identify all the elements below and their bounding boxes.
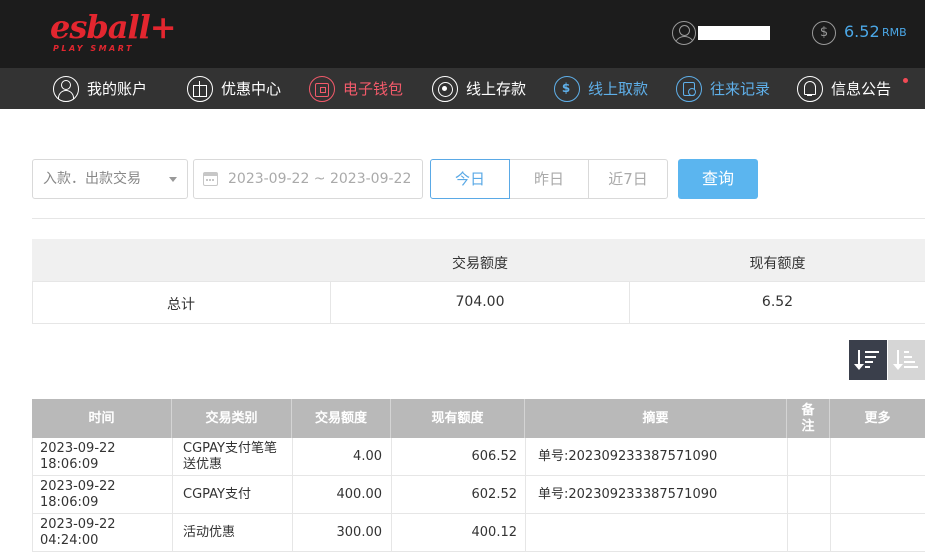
col-header-category[interactable]: 交易类别 xyxy=(172,399,292,438)
nav-online-deposit[interactable]: 线上存款 xyxy=(432,68,526,109)
row-note xyxy=(787,476,830,514)
range-today-button[interactable]: 今日 xyxy=(430,159,510,199)
nav-announcements[interactable]: 信息公告 xyxy=(797,68,891,109)
row-note xyxy=(787,438,830,476)
chevron-down-icon xyxy=(169,177,177,182)
main-nav: 我的账户 优惠中心 电子钱包 线上存款 线上取款 往来记录 信息公告 xyxy=(0,68,925,109)
sort-ascending-button[interactable] xyxy=(888,340,925,380)
username-masked: g xyxy=(698,26,770,40)
summary-total-amount: 704.00 xyxy=(455,294,505,310)
nav-label: 线上取款 xyxy=(588,80,649,98)
withdraw-icon xyxy=(554,75,580,102)
nav-label: 电子钱包 xyxy=(343,80,404,98)
range-yesterday-button[interactable]: 昨日 xyxy=(509,159,589,199)
nav-label: 优惠中心 xyxy=(221,80,282,98)
summary-current-balance: 6.52 xyxy=(761,294,794,310)
col-header-summary[interactable]: 摘要 xyxy=(525,399,787,438)
sort-descending-button[interactable] xyxy=(849,340,887,380)
query-button[interactable]: 查询 xyxy=(678,159,758,199)
row-category: 活动优惠 xyxy=(172,514,292,552)
top-header: esball+ PLAY SMART g $ 6.52 RMB xyxy=(0,0,925,68)
nav-label: 往来记录 xyxy=(710,80,771,98)
row-summary xyxy=(525,514,787,552)
logo-wordmark: esball+ xyxy=(50,8,177,46)
row-more[interactable] xyxy=(830,438,925,476)
records-icon xyxy=(676,75,702,102)
row-summary: 单号:202309233387571090 xyxy=(525,476,787,514)
row-more[interactable] xyxy=(830,476,925,514)
nav-label: 线上存款 xyxy=(466,80,527,98)
nav-online-withdraw[interactable]: 线上取款 xyxy=(554,68,648,109)
wallet-icon xyxy=(309,75,335,102)
header-balance: 6.52 xyxy=(844,22,880,41)
user-avatar-icon[interactable] xyxy=(672,21,696,45)
person-icon xyxy=(53,75,79,102)
row-balance: 400.12 xyxy=(391,514,525,552)
row-time: 2023-09-22 18:06:09 xyxy=(32,476,172,514)
range-7days-button[interactable]: 近7日 xyxy=(588,159,668,199)
nav-promotions[interactable]: 优惠中心 xyxy=(187,68,281,109)
balance-currency: RMB xyxy=(882,26,907,39)
dollar-coin-icon: $ xyxy=(812,21,836,45)
summary-header-balance: 现有额度 xyxy=(749,256,806,272)
esball-logo[interactable]: esball+ PLAY SMART xyxy=(50,8,177,56)
divider xyxy=(32,218,925,219)
col-header-more[interactable]: 更多 xyxy=(830,399,925,438)
row-time: 2023-09-22 04:24:00 xyxy=(32,514,172,552)
date-range-input[interactable]: 2023-09-22 ~ 2023-09-22 xyxy=(193,159,423,199)
nav-label: 信息公告 xyxy=(831,80,892,98)
row-balance: 602.52 xyxy=(391,476,525,514)
calendar-icon xyxy=(203,172,218,186)
col-header-note[interactable]: 备注 xyxy=(787,399,830,438)
date-range-value: 2023-09-22 ~ 2023-09-22 xyxy=(228,171,412,187)
gift-icon xyxy=(187,75,213,102)
nav-my-account[interactable]: 我的账户 xyxy=(53,68,147,109)
summary-header-amount: 交易额度 xyxy=(452,256,508,272)
row-amount: 400.00 xyxy=(292,476,391,514)
row-note xyxy=(787,514,830,552)
notification-dot xyxy=(903,78,908,83)
logo-tagline: PLAY SMART xyxy=(53,44,134,53)
bell-icon xyxy=(797,75,823,102)
col-header-amount[interactable]: 交易额度 xyxy=(292,399,391,438)
row-category: CGPAY支付笔笔送优惠 xyxy=(172,438,292,476)
nav-transaction-records[interactable]: 往来记录 xyxy=(676,68,770,109)
row-summary: 单号:202309233387571090 xyxy=(525,438,787,476)
row-balance: 606.52 xyxy=(391,438,525,476)
col-header-time[interactable]: 时间 xyxy=(32,399,172,438)
transaction-type-select[interactable]: 入款．出款交易 xyxy=(32,159,188,199)
select-value: 入款．出款交易 xyxy=(43,171,141,187)
summary-total-label: 总计 xyxy=(167,297,195,313)
row-more[interactable] xyxy=(830,514,925,552)
row-amount: 300.00 xyxy=(292,514,391,552)
nav-e-wallet[interactable]: 电子钱包 xyxy=(309,68,403,109)
row-category: CGPAY支付 xyxy=(172,476,292,514)
row-time: 2023-09-22 18:06:09 xyxy=(32,438,172,476)
col-header-balance[interactable]: 现有额度 xyxy=(391,399,525,438)
row-amount: 4.00 xyxy=(292,438,391,476)
deposit-icon xyxy=(432,75,458,102)
nav-label: 我的账户 xyxy=(87,80,148,98)
